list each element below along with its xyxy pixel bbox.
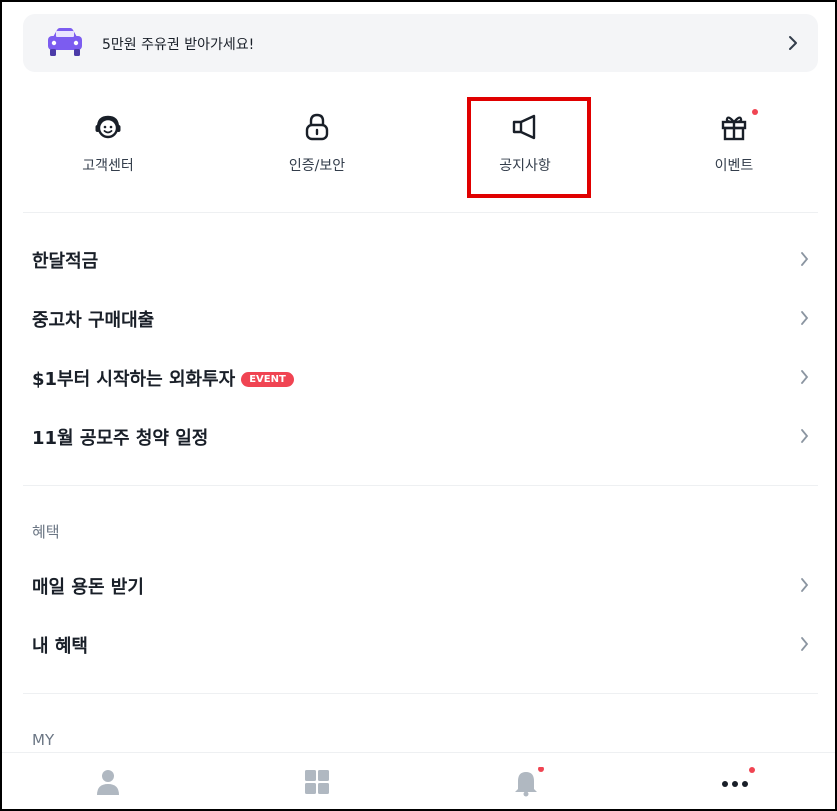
chevron-right-icon [801, 252, 809, 266]
person-icon[interactable] [88, 767, 128, 797]
menu-item-label: 중고차 구매대출 [32, 310, 155, 331]
highlight-box [467, 97, 591, 198]
menu-item-label: 내 혜택 [32, 636, 88, 657]
chevron-right-icon [801, 578, 809, 592]
menu-item-used-car-loan[interactable]: 중고차 구매대출 [2, 290, 835, 348]
grid-icon[interactable] [297, 767, 337, 797]
divider [23, 693, 818, 694]
quick-label: 이벤트 [714, 158, 754, 174]
menu-item-label-wrap: $1부터 시작하는 외화투자 EVENT [32, 365, 294, 391]
event-new-dot [752, 109, 758, 115]
headset-icon [95, 115, 121, 139]
quick-menu: 고객센터 인증/보안 공지사항 이벤트 [2, 97, 835, 197]
banner-text: 5만원 주유권 받아가세요! [102, 37, 255, 53]
quick-item-auth-security[interactable]: 인증/보안 [237, 97, 397, 197]
menu-item-label: 한달적금 [32, 251, 99, 272]
menu-item-fx-investment[interactable]: $1부터 시작하는 외화투자 EVENT [2, 349, 835, 407]
app-screen: 5만원 주유권 받아가세요! 고객센터 인증/보안 공지사항 이벤트 한달적금 … [0, 0, 837, 811]
chevron-right-icon [789, 36, 797, 50]
menu-item-ipo-schedule[interactable]: 11월 공모주 청약 일정 [2, 408, 835, 466]
promo-banner[interactable]: 5만원 주유권 받아가세요! [23, 14, 818, 72]
chevron-right-icon [801, 370, 809, 384]
quick-item-customer-center[interactable]: 고객센터 [28, 97, 188, 197]
chevron-right-icon [801, 429, 809, 443]
lock-icon [305, 113, 329, 141]
menu-item-label: 매일 용돈 받기 [32, 577, 144, 598]
menu-item-label: 11월 공모주 청약 일정 [32, 428, 209, 449]
section-title-my: MY [32, 731, 55, 749]
menu-item-my-benefits[interactable]: 내 혜택 [2, 616, 835, 674]
car-icon [48, 28, 82, 56]
quick-label: 인증/보안 [288, 158, 346, 174]
divider [23, 485, 818, 486]
event-badge: EVENT [241, 372, 294, 387]
chevron-right-icon [801, 637, 809, 651]
gift-icon [721, 116, 747, 141]
quick-item-event[interactable]: 이벤트 [654, 97, 814, 197]
divider [23, 212, 818, 213]
bell-icon[interactable] [506, 767, 546, 797]
bottom-nav [2, 752, 835, 809]
quick-label: 고객센터 [82, 158, 134, 174]
more-icon[interactable] [715, 767, 755, 797]
chevron-right-icon [801, 311, 809, 325]
menu-item-label: $1부터 시작하는 외화투자 [32, 369, 236, 390]
menu-item-monthly-savings[interactable]: 한달적금 [2, 231, 835, 289]
section-title-benefits: 혜택 [32, 523, 60, 541]
menu-item-daily-allowance[interactable]: 매일 용돈 받기 [2, 557, 835, 615]
